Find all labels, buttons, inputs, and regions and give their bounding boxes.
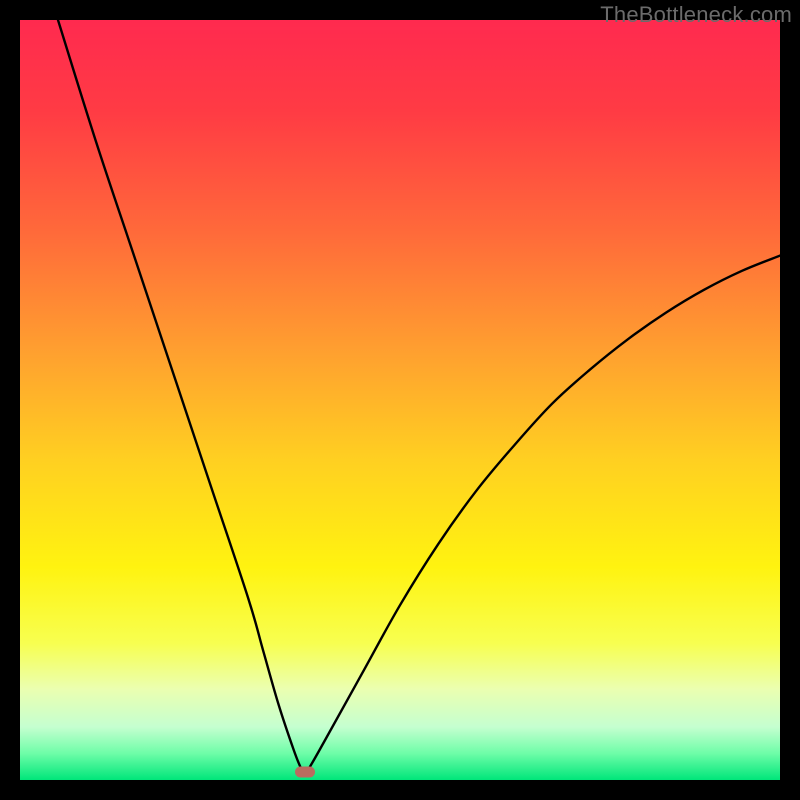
chart-frame: TheBottleneck.com (0, 0, 800, 800)
bottleneck-curve (20, 20, 780, 780)
plot-area (20, 20, 780, 780)
watermark-text: TheBottleneck.com (600, 2, 792, 28)
minimum-marker (295, 767, 315, 778)
